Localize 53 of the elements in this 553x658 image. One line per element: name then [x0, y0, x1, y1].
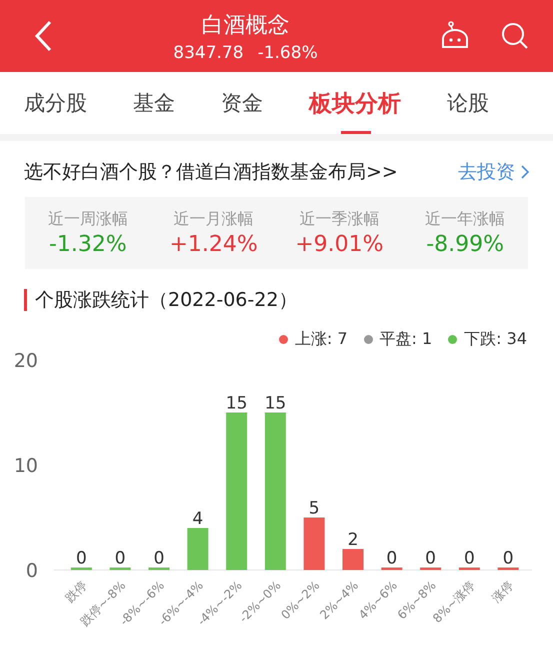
value-label: 2 — [348, 530, 358, 550]
period-change: +9.01% — [295, 232, 384, 257]
value-label: 0 — [114, 548, 126, 568]
period-label: 近一月涨幅 — [174, 209, 254, 230]
value-label: 0 — [425, 548, 436, 568]
period-label: 近一周涨幅 — [48, 209, 128, 230]
back-icon[interactable] — [34, 20, 52, 52]
axis-label: 涨停 — [489, 578, 516, 606]
value-label: 15 — [264, 394, 286, 414]
bar — [498, 568, 519, 570]
promo-text: 选不好白酒个股？借道白酒指数基金布局>> — [24, 160, 398, 185]
section-marker — [24, 289, 27, 311]
bar — [187, 528, 208, 570]
period-label: 近一年涨幅 — [425, 209, 506, 230]
bar — [342, 549, 364, 570]
value-label: 0 — [502, 548, 514, 568]
tab[interactable]: 基金 — [133, 72, 201, 134]
axis-label: 跌停 — [62, 578, 90, 606]
tab[interactable]: 资金 — [221, 72, 289, 134]
tab[interactable]: 论股 — [447, 72, 515, 134]
index-change: -1.68% — [258, 42, 318, 62]
bar — [304, 518, 325, 570]
legend-label: 上涨: 7 — [294, 329, 348, 350]
value-label: 4 — [192, 509, 204, 529]
period-change: -8.99% — [426, 232, 504, 257]
legend-label: 下跌: 34 — [464, 329, 527, 350]
robot-icon[interactable] — [439, 21, 471, 51]
bar — [148, 568, 170, 570]
value-label: 0 — [76, 548, 87, 568]
bar — [110, 568, 131, 570]
chevron-icon — [521, 165, 529, 179]
bar — [420, 568, 442, 570]
period-label: 近一季涨幅 — [299, 209, 380, 230]
value-label: 0 — [464, 548, 475, 568]
tick-label: 0 — [26, 560, 38, 582]
period-change: +1.24% — [169, 232, 258, 257]
index-price: 8347.78 — [173, 42, 244, 62]
tick-label: 20 — [14, 350, 38, 372]
value-label: 5 — [308, 498, 320, 518]
bar — [70, 568, 92, 570]
value-label: 0 — [386, 548, 398, 568]
bar — [381, 568, 402, 570]
value-label: 0 — [154, 548, 164, 568]
bar — [458, 568, 480, 570]
legend-label: 平盘: 1 — [380, 329, 432, 350]
tick-label: 10 — [14, 455, 38, 477]
search-icon[interactable] — [501, 22, 529, 50]
tab[interactable]: 板块分析 — [309, 72, 427, 134]
section-title: 个股涨跌统计（2022-06-22） — [35, 288, 298, 313]
value-label: 15 — [226, 394, 248, 414]
tab[interactable]: 成分股 — [24, 72, 113, 134]
page-title: 白酒概念 — [202, 12, 290, 40]
period-change: -1.32% — [48, 232, 127, 257]
